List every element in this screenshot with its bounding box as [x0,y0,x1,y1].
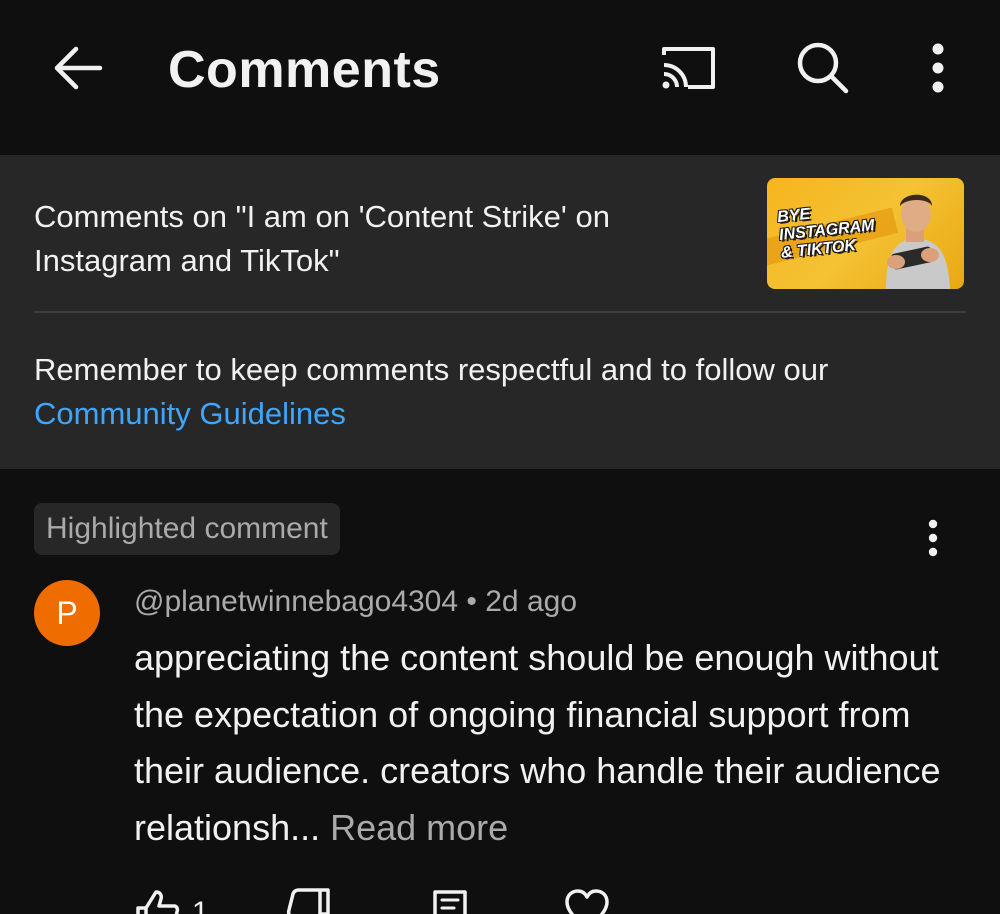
guidelines-text: Remember to keep comments respectful and… [34,352,829,387]
comment-body-text: appreciating the content should be enoug… [134,637,941,848]
thumbnail-person-figure [886,194,950,289]
dislike-button[interactable] [286,888,332,914]
more-vert-icon [932,43,944,93]
video-title: Comments on "I am on 'Content Strike' on… [34,199,610,278]
back-button[interactable] [40,30,116,106]
comment-meta: @planetwinnebago4304 • 2d ago [134,582,577,622]
cast-button[interactable] [650,30,726,106]
reply-icon [433,890,467,914]
more-options-button[interactable] [905,30,971,106]
video-thumbnail[interactable]: BYE INSTAGRAM & TIKTOK [767,178,964,289]
comments-screen: Comments Comments on "I am on 'Content S… [0,0,1000,914]
back-arrow-icon [54,46,103,90]
commenter-avatar[interactable]: P [34,580,100,646]
guidelines-notice: Remember to keep comments respectful and… [34,348,974,436]
more-vert-icon [928,519,938,557]
creator-heart-button[interactable] [564,888,610,914]
dislike-icon [286,888,330,914]
comment-actions: 1 [134,888,734,914]
comments-header-panel: Comments on "I am on 'Content Strike' on… [0,155,1000,469]
search-button[interactable] [785,30,861,106]
comment-timestamp: 2d ago [485,585,578,618]
comment-more-button[interactable] [910,510,956,566]
header-divider [34,311,966,313]
read-more-link[interactable]: Read more [330,807,508,848]
comment-text: appreciating the content should be enoug… [134,630,954,856]
reply-button[interactable] [430,888,470,914]
top-app-bar: Comments [0,0,1000,155]
like-button[interactable]: 1 [134,888,209,914]
heart-icon [565,889,609,914]
thumbnail-caption: BYE INSTAGRAM & TIKTOK [776,199,877,263]
cast-icon [662,47,715,89]
search-icon [797,42,849,94]
community-guidelines-link[interactable]: Community Guidelines [34,396,346,431]
highlighted-comment-badge: Highlighted comment [34,503,340,555]
comment-author[interactable]: @planetwinnebago4304 [134,585,458,618]
like-count: 1 [192,896,209,914]
page-title: Comments [168,41,441,99]
like-icon [136,890,180,914]
meta-separator: • [458,585,486,618]
